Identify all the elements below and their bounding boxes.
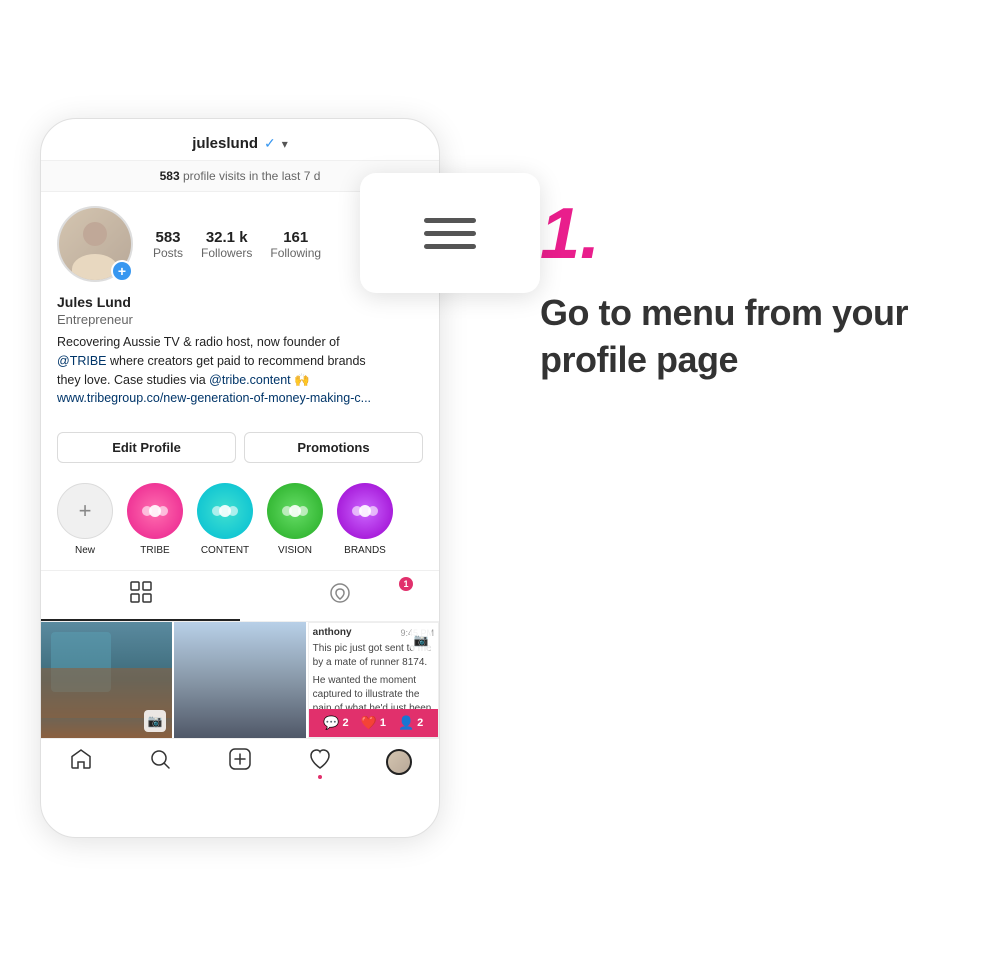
profile-name: Jules Lund bbox=[57, 294, 423, 310]
nav-avatar bbox=[386, 749, 412, 775]
stat-followers: 32.1 k Followers bbox=[201, 229, 252, 260]
action-buttons: Edit Profile Promotions bbox=[57, 432, 423, 463]
notification-bar: 💬 2 ❤️ 1 👤 2 bbox=[309, 709, 438, 737]
camera-icon-overlay-1: 📷 bbox=[144, 710, 166, 732]
menu-card[interactable] bbox=[360, 173, 540, 293]
bio-emoji: 🙌 bbox=[294, 373, 310, 387]
avatar-wrapper: + bbox=[57, 206, 133, 282]
promotions-button[interactable]: Promotions bbox=[244, 432, 423, 463]
edit-profile-button[interactable]: Edit Profile bbox=[57, 432, 236, 463]
nav-add[interactable] bbox=[200, 747, 280, 777]
tab-tagged[interactable]: 1 bbox=[240, 571, 439, 621]
story-label-new: New bbox=[75, 545, 95, 556]
story-highlights-row: + New TRIBE bbox=[41, 473, 439, 570]
phone-header: juleslund ✓ ▾ bbox=[41, 119, 439, 161]
dropdown-arrow-icon[interactable]: ▾ bbox=[282, 137, 288, 151]
heart-nav-icon bbox=[308, 747, 332, 777]
comment-icon: 💬 bbox=[323, 715, 339, 731]
add-photo-button[interactable]: + bbox=[111, 260, 133, 282]
following-count: 161 bbox=[283, 229, 308, 246]
hamburger-line-2 bbox=[424, 231, 476, 236]
story-label-brands: BRANDS bbox=[344, 545, 386, 556]
photo-cell-3[interactable]: anthony 9:45 PM This pic just got sent t… bbox=[308, 622, 439, 738]
story-item-new[interactable]: + New bbox=[57, 483, 113, 556]
main-container: juleslund ✓ ▾ 583 profile visits in the … bbox=[40, 118, 960, 838]
like-notif: ❤️ 1 bbox=[361, 715, 386, 731]
comment-notif: 💬 2 bbox=[323, 715, 348, 731]
nav-profile[interactable] bbox=[359, 747, 439, 777]
tab-row: 1 bbox=[41, 570, 439, 622]
stat-posts: 583 Posts bbox=[153, 229, 183, 260]
photo-cell-1[interactable]: 📷 bbox=[41, 622, 172, 738]
grid-icon bbox=[130, 581, 152, 609]
profile-visits-count: 583 bbox=[160, 169, 180, 183]
followers-count: 32.1 k bbox=[206, 229, 248, 246]
story-label-tribe: TRIBE bbox=[140, 545, 169, 556]
profile-bio: Recovering Aussie TV & radio host, now f… bbox=[57, 333, 423, 408]
story-item-vision[interactable]: VISION bbox=[267, 483, 323, 556]
tagged-icon bbox=[329, 582, 351, 610]
add-icon bbox=[228, 747, 252, 777]
tab-grid[interactable] bbox=[41, 571, 240, 621]
bio-mention2[interactable]: @tribe.content bbox=[209, 373, 290, 387]
story-circle-new: + bbox=[57, 483, 113, 539]
story-label-vision: VISION bbox=[278, 545, 312, 556]
nav-search[interactable] bbox=[121, 747, 201, 777]
story-item-tribe[interactable]: TRIBE bbox=[127, 483, 183, 556]
bio-mention1[interactable]: @TRIBE bbox=[57, 354, 107, 368]
home-icon bbox=[69, 747, 93, 777]
profile-stats: 583 Posts 32.1 k Followers 161 Following bbox=[153, 229, 321, 260]
like-count: 1 bbox=[380, 717, 386, 729]
notif-username: anthony bbox=[313, 627, 352, 638]
step-number: 1. bbox=[540, 198, 960, 270]
bio-link[interactable]: www.tribegroup.co/new-generation-of-mone… bbox=[57, 391, 371, 405]
people-icon: 👤 bbox=[398, 715, 414, 731]
camera-icon-overlay-3: 📷 bbox=[410, 629, 432, 651]
nav-heart-dot bbox=[318, 775, 322, 779]
followers-label: Followers bbox=[201, 246, 252, 260]
nav-home[interactable] bbox=[41, 747, 121, 777]
bio-line3: they love. Case studies via bbox=[57, 373, 209, 387]
heart-icon: ❤️ bbox=[361, 715, 377, 731]
phone-wrapper: juleslund ✓ ▾ 583 profile visits in the … bbox=[40, 118, 460, 838]
photo-cell-2[interactable] bbox=[174, 622, 305, 738]
instruction-panel: 1. Go to menu from your profile page bbox=[520, 118, 960, 384]
bio-line1: Recovering Aussie TV & radio host, now f… bbox=[57, 335, 340, 349]
story-circle-tribe bbox=[127, 483, 183, 539]
hamburger-line-1 bbox=[424, 218, 476, 223]
username: juleslund bbox=[192, 135, 258, 152]
tab-badge: 1 bbox=[399, 577, 413, 591]
profile-title: Entrepreneur bbox=[57, 312, 423, 327]
nav-heart[interactable] bbox=[280, 747, 360, 777]
profile-visits-label: profile visits in the last 7 d bbox=[183, 169, 320, 183]
story-label-content: CONTENT bbox=[201, 545, 249, 556]
stat-following: 161 Following bbox=[270, 229, 321, 260]
following-label: Following bbox=[270, 246, 321, 260]
people-count: 2 bbox=[417, 717, 423, 729]
posts-label: Posts bbox=[153, 246, 183, 260]
comment-count: 2 bbox=[343, 717, 349, 729]
people-notif: 👤 2 bbox=[398, 715, 423, 731]
instruction-text: Go to menu from your profile page bbox=[540, 290, 960, 384]
hamburger-line-3 bbox=[424, 244, 476, 249]
story-circle-brands bbox=[337, 483, 393, 539]
search-icon bbox=[148, 747, 172, 777]
story-item-brands[interactable]: BRANDS bbox=[337, 483, 393, 556]
bio-line2: where creators get paid to recommend bra… bbox=[110, 354, 366, 368]
posts-count: 583 bbox=[155, 229, 180, 246]
photo-grid: 📷 anthony 9:45 PM This pic just got sent… bbox=[41, 622, 439, 738]
bottom-nav bbox=[41, 738, 439, 781]
story-item-content[interactable]: CONTENT bbox=[197, 483, 253, 556]
story-circle-content bbox=[197, 483, 253, 539]
story-circle-vision bbox=[267, 483, 323, 539]
verified-badge: ✓ bbox=[264, 135, 276, 152]
